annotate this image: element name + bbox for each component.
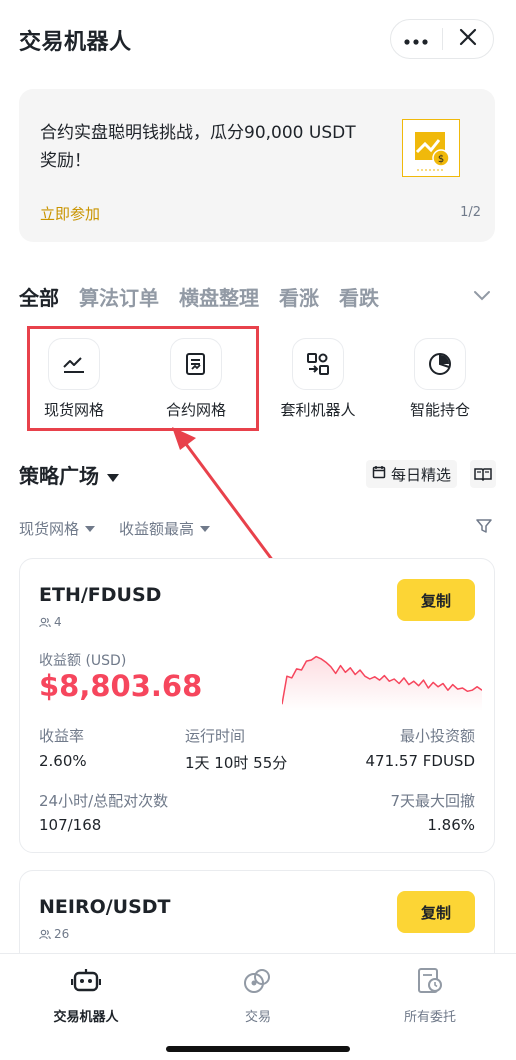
close-icon <box>459 28 477 50</box>
caret-down-icon <box>107 463 119 487</box>
banner-page-indicator: 1/2 <box>460 205 481 220</box>
highlight-box <box>27 326 259 431</box>
svg-text:$: $ <box>438 154 444 165</box>
tab-bullish[interactable]: 看涨 <box>279 282 319 311</box>
matched-trades-value: 107/168 <box>39 816 102 834</box>
more-button[interactable] <box>391 20 442 58</box>
bot-arbitrage[interactable]: 套利机器人 <box>268 338 368 420</box>
users-count: 26 <box>54 927 70 941</box>
robot-icon <box>70 968 102 998</box>
bot-label: 智能持仓 <box>409 401 470 419</box>
users-icon <box>39 617 51 627</box>
nav-label: 交易 <box>244 1010 271 1025</box>
nav-trade[interactable]: 交易 <box>172 968 344 1025</box>
calendar-icon <box>372 465 386 483</box>
sparkline-area <box>282 656 482 711</box>
max-drawdown-label: 7天最大回撤 <box>390 792 475 810</box>
filter-bar: 现货网格 收益额最高 <box>19 518 211 539</box>
banner-text: 合约实盘聪明钱挑战，瓜分90,000 USDT奖励！ <box>40 123 356 171</box>
tab-sideways[interactable]: 横盘整理 <box>179 282 259 311</box>
copy-button[interactable]: 复制 <box>397 891 475 933</box>
orders-icon <box>415 968 445 998</box>
filter-icon[interactable] <box>476 518 492 538</box>
bot-smart-position[interactable]: 智能持仓 <box>390 338 490 420</box>
nav-trading-bots[interactable]: 交易机器人 <box>0 968 172 1025</box>
min-investment-label: 最小投资额 <box>399 727 475 745</box>
banner-join-link[interactable]: 立即参加 <box>40 203 100 224</box>
filter-sort-label: 收益额最高 <box>119 520 195 538</box>
users-icon <box>39 929 51 939</box>
strategy-card[interactable]: ETH/FDUSD 4 复制 收益额 (USD) $8,803.68 收益率 2… <box>19 558 495 853</box>
caret-down-icon <box>200 525 211 532</box>
strategy-square-dropdown[interactable]: 策略广场 <box>19 460 119 489</box>
copy-button[interactable]: 复制 <box>397 579 475 621</box>
home-indicator <box>166 1046 350 1052</box>
roi-value: 2.60% <box>39 752 87 770</box>
runtime-value: 1天 10时 55分 <box>185 754 288 772</box>
daily-pick-button[interactable]: 每日精选 <box>366 460 458 488</box>
min-investment-value: 471.57 FDUSD <box>365 752 475 770</box>
runtime-label: 运行时间 <box>185 727 246 745</box>
tab-algo-orders[interactable]: 算法订单 <box>79 282 159 311</box>
filter-sort-select[interactable]: 收益额最高 <box>119 518 211 539</box>
daily-pick-label: 每日精选 <box>391 465 452 484</box>
promo-banner[interactable]: 合约实盘聪明钱挑战，瓜分90,000 USDT奖励！ 立即参加 1/2 $ <box>19 89 495 242</box>
caret-down-icon <box>85 525 96 532</box>
category-tabs: 全部 算法订单 横盘整理 看涨 看跌 <box>19 282 379 311</box>
arbitrage-icon <box>292 338 344 390</box>
tab-bearish[interactable]: 看跌 <box>339 282 379 311</box>
nav-label: 所有委托 <box>403 1010 456 1025</box>
pair-name: NEIRO/USDT <box>39 896 171 918</box>
page-title: 交易机器人 <box>19 30 132 55</box>
bottom-nav: 交易机器人 交易 所有委托 <box>0 953 516 1060</box>
strategy-square-title: 策略广场 <box>19 464 99 488</box>
more-icon <box>404 30 428 49</box>
roi-label: 收益率 <box>39 727 85 745</box>
users-count: 4 <box>54 615 62 629</box>
max-drawdown-value: 1.86% <box>427 816 475 834</box>
pnl-value: $8,803.68 <box>39 669 203 703</box>
banner-illustration: $ <box>402 119 460 177</box>
copy-users-count: 26 <box>39 927 69 941</box>
close-button[interactable] <box>442 20 493 58</box>
chevron-down-icon[interactable] <box>472 287 492 306</box>
nav-all-orders[interactable]: 所有委托 <box>344 968 516 1025</box>
pair-name: ETH/FDUSD <box>39 584 162 606</box>
filter-type-label: 现货网格 <box>19 520 80 538</box>
copy-users-count: 4 <box>39 615 62 629</box>
bot-label: 套利机器人 <box>280 401 356 419</box>
matched-trades-label: 24小时/总配对次数 <box>39 792 169 810</box>
pnl-label: 收益额 (USD) <box>39 653 127 669</box>
pnl-sparkline <box>282 655 482 711</box>
mini-program-capsule <box>390 19 494 59</box>
filter-type-select[interactable]: 现货网格 <box>19 518 96 539</box>
tab-all[interactable]: 全部 <box>19 282 59 311</box>
pie-chart-icon <box>414 338 466 390</box>
trade-icon <box>243 968 273 998</box>
nav-label: 交易机器人 <box>53 1010 119 1025</box>
book-icon[interactable] <box>470 460 496 488</box>
